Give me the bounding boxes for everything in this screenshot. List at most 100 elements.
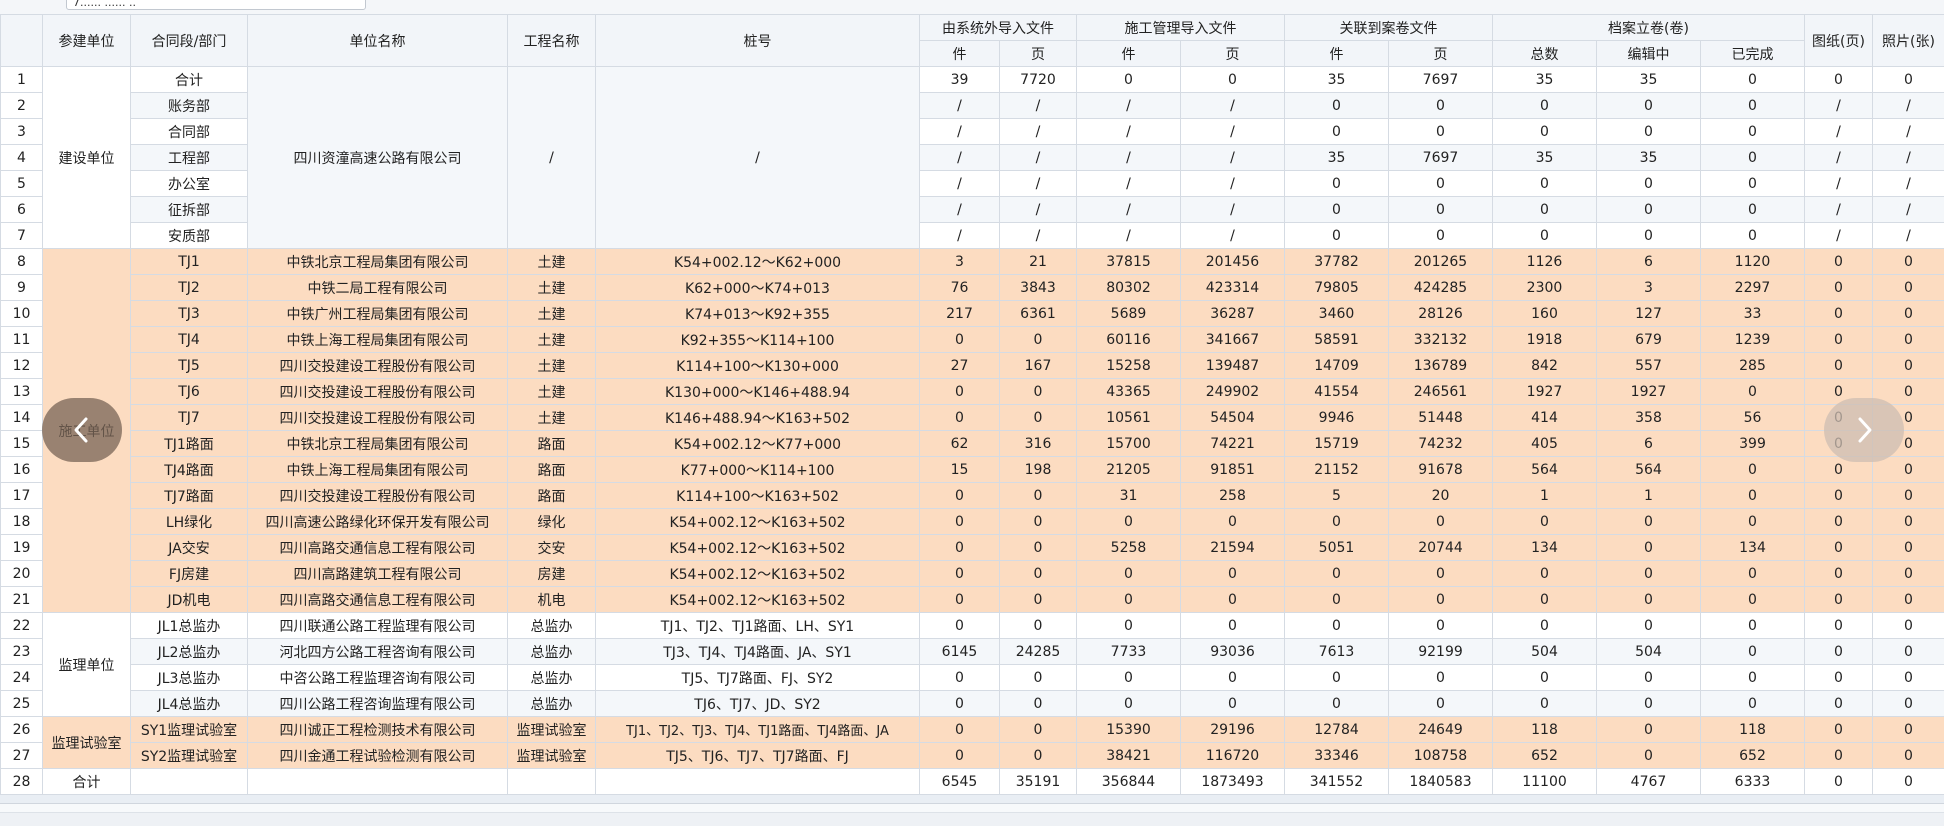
row-index[interactable]: 15 (1, 431, 43, 457)
row-index[interactable]: 19 (1, 535, 43, 561)
contract-cell[interactable]: SY2监理试验室 (131, 743, 248, 769)
unit-name-cell[interactable]: 四川高路建筑工程有限公司 (248, 561, 508, 587)
value-cell[interactable]: 74232 (1389, 431, 1493, 457)
value-cell[interactable]: 0 (1389, 171, 1493, 197)
project-name-cell[interactable]: 土建 (508, 275, 596, 301)
value-cell[interactable]: 0 (1493, 561, 1597, 587)
value-cell[interactable]: 20 (1389, 483, 1493, 509)
scrollbar-track[interactable] (0, 804, 1944, 813)
value-cell[interactable]: 249902 (1181, 379, 1285, 405)
pile-cell[interactable]: K54+002.12～K163+502 (596, 509, 920, 535)
value-cell[interactable]: 0 (1181, 665, 1285, 691)
value-cell[interactable]: 0 (1000, 613, 1077, 639)
pile-cell[interactable]: TJ5、TJ7路面、FJ、SY2 (596, 665, 920, 691)
row-index[interactable]: 26 (1, 717, 43, 743)
unit-name-cell[interactable]: 四川高路交通信息工程有限公司 (248, 535, 508, 561)
value-cell[interactable]: 0 (1805, 301, 1873, 327)
value-cell[interactable]: 0 (1805, 67, 1873, 93)
value-cell[interactable]: 0 (1389, 665, 1493, 691)
value-cell[interactable]: 0 (1701, 483, 1805, 509)
value-cell[interactable]: 0 (1701, 561, 1805, 587)
value-cell[interactable]: 0 (1805, 639, 1873, 665)
row-index[interactable]: 16 (1, 457, 43, 483)
project-name-cell[interactable]: 土建 (508, 249, 596, 275)
value-cell[interactable]: / (1181, 223, 1285, 249)
value-cell[interactable]: / (1077, 223, 1181, 249)
value-cell[interactable]: 74221 (1181, 431, 1285, 457)
value-cell[interactable]: 127 (1597, 301, 1701, 327)
unit-name-cell[interactable]: 四川资潼高速公路有限公司 (248, 67, 508, 249)
value-cell[interactable]: 1840583 (1389, 769, 1493, 795)
subheader-page[interactable]: 页 (1000, 41, 1077, 67)
value-cell[interactable]: 0 (1285, 665, 1389, 691)
row-index[interactable]: 1 (1, 67, 43, 93)
value-cell[interactable]: 0 (1493, 171, 1597, 197)
value-cell[interactable]: 0 (1701, 379, 1805, 405)
value-cell[interactable]: / (1077, 145, 1181, 171)
value-cell[interactable]: 0 (1597, 665, 1701, 691)
pile-cell[interactable]: K130+000～K146+488.94 (596, 379, 920, 405)
value-cell[interactable]: 7697 (1389, 145, 1493, 171)
value-cell[interactable]: 504 (1493, 639, 1597, 665)
value-cell[interactable]: 0 (1285, 691, 1389, 717)
value-cell[interactable]: 0 (1873, 639, 1944, 665)
pile-cell[interactable]: TJ1、TJ2、TJ1路面、LH、SY1 (596, 613, 920, 639)
value-cell[interactable]: 0 (1389, 223, 1493, 249)
value-cell[interactable]: 0 (1597, 691, 1701, 717)
row-index[interactable]: 21 (1, 587, 43, 613)
value-cell[interactable]: 0 (920, 483, 1000, 509)
table-row[interactable]: 18LH绿化四川高速公路绿化环保开发有限公司绿化K54+002.12～K163+… (1, 509, 1944, 535)
value-cell[interactable]: 0 (1493, 509, 1597, 535)
total-label[interactable]: 合计 (43, 769, 131, 795)
unit-name-cell[interactable]: 四川交投建设工程股份有限公司 (248, 483, 508, 509)
project-name-cell[interactable]: / (508, 67, 596, 249)
pile-cell[interactable]: TJ6、TJ7、JD、SY2 (596, 691, 920, 717)
value-cell[interactable]: 0 (1000, 691, 1077, 717)
value-cell[interactable]: / (920, 119, 1000, 145)
value-cell[interactable]: 0 (1077, 665, 1181, 691)
value-cell[interactable]: 201456 (1181, 249, 1285, 275)
contract-cell[interactable]: TJ2 (131, 275, 248, 301)
value-cell[interactable]: 0 (1077, 691, 1181, 717)
value-cell[interactable]: 79805 (1285, 275, 1389, 301)
pile-cell[interactable]: TJ3、TJ4、TJ4路面、JA、SY1 (596, 639, 920, 665)
unit-name-cell[interactable]: 四川公路工程咨询监理有限公司 (248, 691, 508, 717)
value-cell[interactable]: 0 (1701, 665, 1805, 691)
row-index[interactable]: 6 (1, 197, 43, 223)
value-cell[interactable]: 414 (1493, 405, 1597, 431)
unit-name-cell[interactable]: 四川联通公路工程监理有限公司 (248, 613, 508, 639)
value-cell[interactable]: 0 (1805, 613, 1873, 639)
value-cell[interactable]: 341552 (1285, 769, 1389, 795)
value-cell[interactable]: 0 (1597, 197, 1701, 223)
value-cell[interactable]: 0 (1181, 509, 1285, 535)
value-cell[interactable]: / (920, 145, 1000, 171)
value-cell[interactable]: 0 (1873, 249, 1944, 275)
row-index[interactable]: 5 (1, 171, 43, 197)
value-cell[interactable]: 0 (1000, 587, 1077, 613)
value-cell[interactable]: 0 (1873, 535, 1944, 561)
subheader-count[interactable]: 件 (1077, 41, 1181, 67)
value-cell[interactable]: 564 (1597, 457, 1701, 483)
value-cell[interactable]: / (1805, 119, 1873, 145)
value-cell[interactable]: 424285 (1389, 275, 1493, 301)
value-cell[interactable]: 58591 (1285, 327, 1389, 353)
row-index[interactable]: 18 (1, 509, 43, 535)
header-participant[interactable]: 参建单位 (43, 15, 131, 67)
unit-name-cell[interactable]: 中铁上海工程局集团有限公司 (248, 457, 508, 483)
value-cell[interactable]: 0 (1000, 509, 1077, 535)
value-cell[interactable]: 332132 (1389, 327, 1493, 353)
project-name-cell[interactable] (508, 769, 596, 795)
contract-cell[interactable]: JL2总监办 (131, 639, 248, 665)
value-cell[interactable]: 0 (1805, 561, 1873, 587)
unit-name-cell[interactable]: 中铁上海工程局集团有限公司 (248, 327, 508, 353)
value-cell[interactable]: 1126 (1493, 249, 1597, 275)
value-cell[interactable]: 24285 (1000, 639, 1077, 665)
value-cell[interactable]: 0 (1873, 483, 1944, 509)
value-cell[interactable]: 0 (1181, 691, 1285, 717)
value-cell[interactable]: / (920, 197, 1000, 223)
value-cell[interactable]: 0 (920, 743, 1000, 769)
value-cell[interactable]: 0 (1805, 665, 1873, 691)
value-cell[interactable]: 6 (1597, 249, 1701, 275)
table-row[interactable]: 15TJ1路面中铁北京工程局集团有限公司路面K54+002.12～K77+000… (1, 431, 1944, 457)
unit-name-cell[interactable]: 中铁北京工程局集团有限公司 (248, 431, 508, 457)
